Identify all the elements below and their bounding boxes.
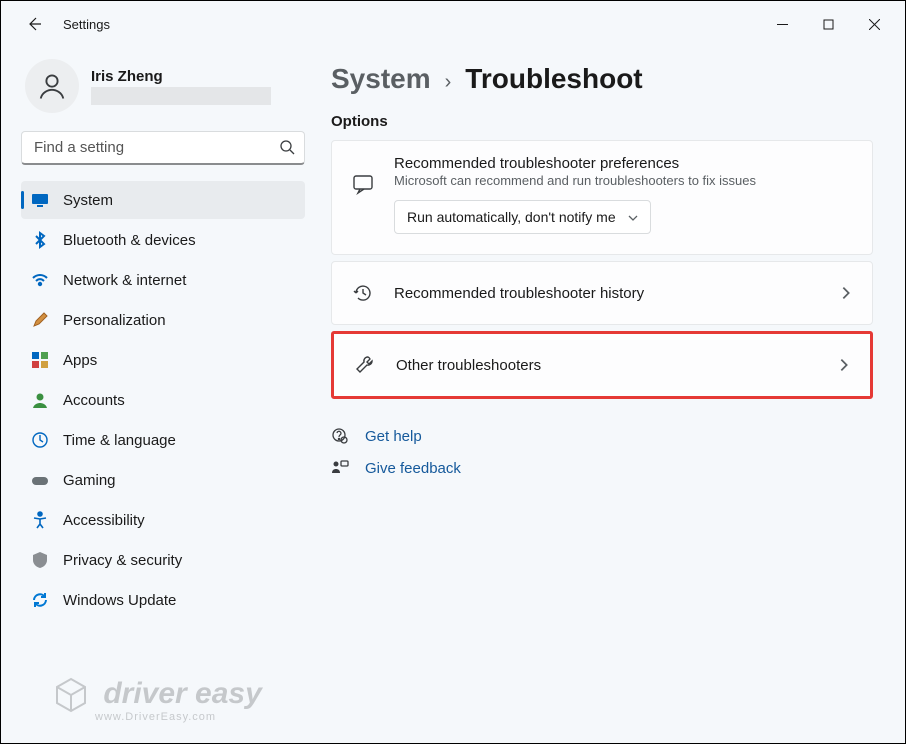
nav-item-gaming[interactable]: Gaming <box>21 461 305 499</box>
nav-label: Windows Update <box>63 592 176 609</box>
clock-globe-icon <box>31 431 49 449</box>
pref-subtitle: Microsoft can recommend and run troubles… <box>394 173 854 188</box>
apps-icon <box>31 351 49 369</box>
give-feedback-link[interactable]: Give feedback <box>331 459 873 477</box>
minimize-button[interactable] <box>759 8 805 40</box>
wrench-icon <box>352 352 378 378</box>
display-icon <box>31 191 49 209</box>
feedback-text: Give feedback <box>365 460 461 477</box>
card-recommended-history[interactable]: Recommended troubleshooter history <box>331 261 873 325</box>
nav-item-system[interactable]: System <box>21 181 305 219</box>
breadcrumb: System › Troubleshoot <box>331 63 873 95</box>
footer-links: Get help Give feedback <box>331 427 873 477</box>
avatar <box>25 59 79 113</box>
history-title: Recommended troubleshooter history <box>394 285 838 302</box>
profile-block[interactable]: Iris Zheng <box>21 53 305 123</box>
nav-item-apps[interactable]: Apps <box>21 341 305 379</box>
accounts-icon <box>31 391 49 409</box>
profile-name: Iris Zheng <box>91 68 271 85</box>
other-title: Other troubleshooters <box>396 357 836 374</box>
titlebar: Settings <box>1 1 905 47</box>
chat-icon <box>350 171 376 197</box>
back-button[interactable] <box>17 7 51 41</box>
search-icon <box>279 139 295 155</box>
nav-item-accounts[interactable]: Accounts <box>21 381 305 419</box>
maximize-button[interactable] <box>805 8 851 40</box>
nav-item-time[interactable]: Time & language <box>21 421 305 459</box>
close-button[interactable] <box>851 8 897 40</box>
feedback-icon <box>331 459 349 477</box>
breadcrumb-sep: › <box>445 71 452 94</box>
nav-item-bluetooth[interactable]: Bluetooth & devices <box>21 221 305 259</box>
person-icon <box>37 71 67 101</box>
update-icon <box>31 591 49 609</box>
chevron-down-icon <box>628 213 638 223</box>
help-icon <box>331 427 349 445</box>
chevron-right-icon <box>836 357 852 373</box>
window-title: Settings <box>63 17 110 32</box>
pref-dropdown[interactable]: Run automatically, don't notify me <box>394 200 651 234</box>
gamepad-icon <box>31 471 49 489</box>
dropdown-value: Run automatically, don't notify me <box>407 209 616 225</box>
help-text: Get help <box>365 428 422 445</box>
nav-label: Network & internet <box>63 272 186 289</box>
sidebar: Iris Zheng System Bluetooth & devices Ne… <box>13 47 313 619</box>
main-panel: System › Troubleshoot Options Recommende… <box>313 47 893 619</box>
maximize-icon <box>823 19 834 30</box>
pref-title: Recommended troubleshooter preferences <box>394 155 854 172</box>
nav-label: Privacy & security <box>63 552 182 569</box>
nav-label: System <box>63 192 113 209</box>
window-controls <box>759 8 897 40</box>
accessibility-icon <box>31 511 49 529</box>
nav-label: Accounts <box>63 392 125 409</box>
close-icon <box>869 19 880 30</box>
search-input[interactable] <box>21 131 305 165</box>
arrow-left-icon <box>26 16 42 32</box>
minimize-icon <box>777 19 788 30</box>
nav-label: Personalization <box>63 312 166 329</box>
nav-item-update[interactable]: Windows Update <box>21 581 305 619</box>
breadcrumb-parent[interactable]: System <box>331 63 431 95</box>
profile-email-redacted <box>91 87 271 105</box>
watermark-brand: driver easy <box>103 677 261 710</box>
nav-item-network[interactable]: Network & internet <box>21 261 305 299</box>
nav-label: Time & language <box>63 432 176 449</box>
shield-icon <box>31 551 49 569</box>
nav-label: Bluetooth & devices <box>63 232 196 249</box>
nav-label: Gaming <box>63 472 116 489</box>
nav-item-accessibility[interactable]: Accessibility <box>21 501 305 539</box>
wifi-icon <box>31 271 49 289</box>
nav-item-privacy[interactable]: Privacy & security <box>21 541 305 579</box>
watermark: driver easy www.DriverEasy.com <box>51 675 262 723</box>
nav-item-personalization[interactable]: Personalization <box>21 301 305 339</box>
bluetooth-icon <box>31 231 49 249</box>
card-recommended-preferences: Recommended troubleshooter preferences M… <box>331 140 873 255</box>
search-wrap <box>21 131 305 165</box>
history-icon <box>350 280 376 306</box>
nav-label: Accessibility <box>63 512 145 529</box>
get-help-link[interactable]: Get help <box>331 427 873 445</box>
card-other-troubleshooters[interactable]: Other troubleshooters <box>331 331 873 399</box>
brush-icon <box>31 311 49 329</box>
chevron-right-icon <box>838 285 854 301</box>
nav-list: System Bluetooth & devices Network & int… <box>21 181 305 619</box>
breadcrumb-current: Troubleshoot <box>465 63 642 95</box>
nav-label: Apps <box>63 352 97 369</box>
section-heading: Options <box>331 113 873 130</box>
cube-icon <box>51 675 91 715</box>
